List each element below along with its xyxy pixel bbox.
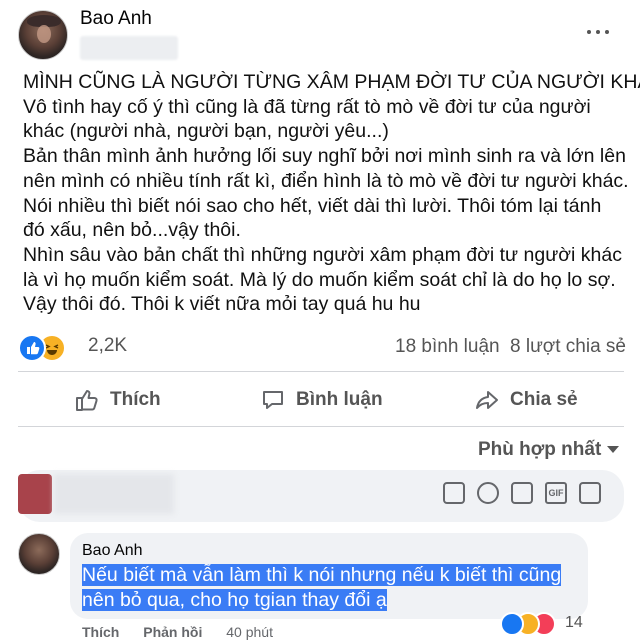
chevron-down-icon	[607, 446, 620, 454]
comment-line: Nếu biết mà vẫn làm thì k nói nhưng nếu …	[82, 564, 562, 586]
post-line: Nhìn sâu vào bản chất thì những người xâ…	[23, 243, 622, 266]
comment-sort-dropdown[interactable]: Phù hợp nhất	[478, 439, 620, 461]
composer-toolbar: GIF	[443, 482, 601, 504]
post-line: Vô tình hay cố ý thì cũng là đã từng rất…	[23, 95, 591, 118]
like-reaction-icon	[18, 334, 46, 362]
post-line: Nói nhiều thì biết nói sao cho hết, viết…	[23, 194, 602, 217]
post-meta-redacted	[80, 36, 178, 60]
avatar-sticker-icon[interactable]	[443, 482, 465, 504]
composer-avatar	[18, 474, 52, 514]
post-line: MÌNH CŨNG LÀ NGƯỜI TỪNG XÂM PHẠM ĐỜI TƯ …	[23, 71, 640, 93]
like-reaction-icon	[500, 612, 524, 636]
commenter-avatar[interactable]	[18, 533, 60, 575]
share-button[interactable]: Chia sẻ	[474, 384, 578, 416]
comment-composer: GIF	[18, 470, 624, 522]
comment-icon	[263, 391, 283, 409]
emoji-icon[interactable]	[477, 482, 499, 504]
comment-reply-link[interactable]: Phản hồi	[143, 624, 202, 640]
commenter-name[interactable]: Bao Anh	[82, 542, 143, 560]
thumbs-up-icon	[76, 390, 98, 411]
like-button-label: Thích	[110, 389, 161, 410]
comment-like-link[interactable]: Thích	[82, 624, 119, 640]
post-line: Vậy thôi đó. Thôi k viết nữa mỏi tay quá…	[23, 293, 421, 316]
divider	[18, 426, 624, 427]
reaction-count[interactable]: 2,2K	[88, 335, 127, 357]
author-avatar[interactable]	[18, 10, 68, 60]
like-button[interactable]: Thích	[74, 384, 161, 416]
comment-button[interactable]: Bình luận	[260, 384, 383, 416]
comment-bubble: Bao Anh Nếu biết mà vẫn làm thì k nói nh…	[70, 533, 588, 619]
comment-input[interactable]	[54, 474, 174, 514]
comment-timestamp[interactable]: 40 phút	[226, 624, 273, 640]
comment-reaction-count[interactable]: 14	[565, 614, 583, 632]
comment-line: nên bỏ qua, cho họ tgian thay đổi ạ	[82, 589, 387, 611]
author-name[interactable]: Bao Anh	[80, 8, 152, 30]
post-line: nên mình có nhiều tính rất kì, điển hình…	[23, 169, 629, 192]
post-line: Bản thân mình ảnh hưởng lối suy nghĩ bởi…	[23, 145, 626, 168]
post-line: khác (người nhà, người bạn, người yêu...…	[23, 120, 389, 143]
share-icon	[476, 391, 498, 409]
post-line: đó xấu, nên bỏ...vậy thôi.	[23, 219, 241, 242]
camera-icon[interactable]	[511, 482, 533, 504]
comment-actions: Thích Phản hồi 40 phút	[82, 624, 293, 640]
comment-text: Nếu biết mà vẫn làm thì k nói nhưng nếu …	[82, 563, 562, 613]
sort-label: Phù hợp nhất	[478, 439, 602, 460]
divider	[18, 371, 624, 372]
sticker-icon[interactable]	[579, 482, 601, 504]
comment-count[interactable]: 18 bình luận	[395, 336, 500, 358]
comment-button-label: Bình luận	[296, 389, 383, 410]
comment-reaction-icons[interactable]	[500, 612, 560, 636]
share-button-label: Chia sẻ	[510, 389, 578, 410]
more-options-icon[interactable]	[585, 22, 611, 42]
share-count[interactable]: 8 lượt chia sẻ	[510, 336, 626, 358]
post-body: MÌNH CŨNG LÀ NGƯỜI TỪNG XÂM PHẠM ĐỜI TƯ …	[23, 70, 640, 317]
gif-icon[interactable]: GIF	[545, 482, 567, 504]
post-header: Bao Anh	[0, 0, 640, 68]
post-line: là vì họ muốn kiểm soát. Mà lý do muốn k…	[23, 268, 616, 291]
